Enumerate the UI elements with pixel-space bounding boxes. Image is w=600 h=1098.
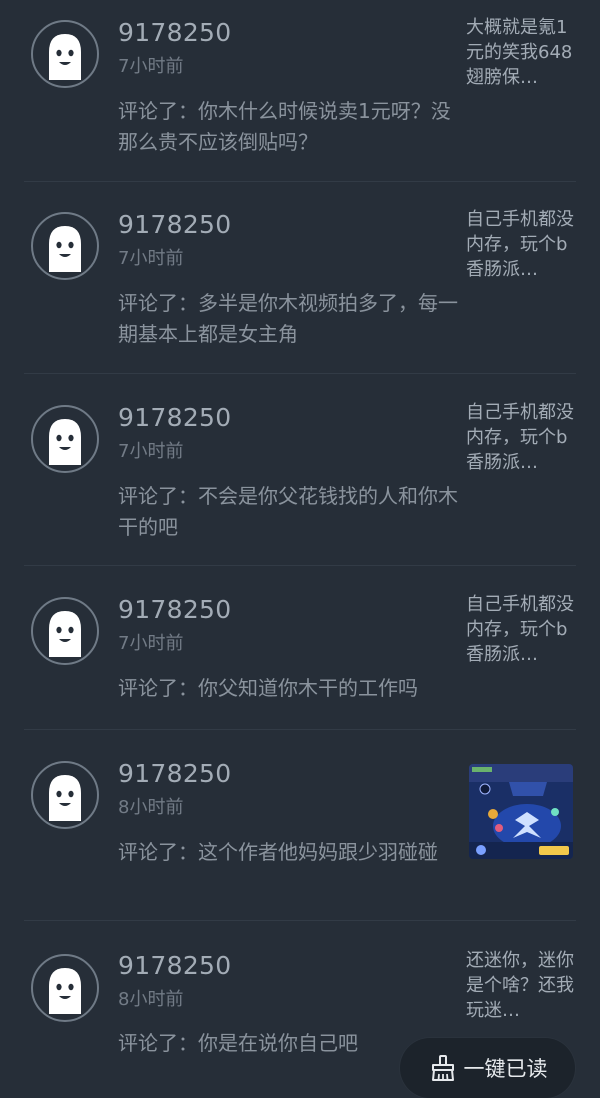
referenced-content[interactable]: 还迷你，迷你是个啥？还我玩迷… (466, 948, 578, 1025)
comment-prefix: 评论了： (118, 676, 198, 700)
avatar[interactable] (31, 954, 99, 1022)
timestamp: 7小时前 (118, 56, 184, 77)
comment-text[interactable]: 评论了：不会是你父花钱找的人和你木干的吧 (118, 481, 463, 543)
comment-prefix: 评论了： (118, 1031, 198, 1055)
username[interactable]: 9178250 (118, 595, 231, 624)
avatar[interactable] (31, 597, 99, 665)
ghost-avatar-icon (49, 968, 81, 1014)
timestamp: 8小时前 (118, 989, 184, 1010)
avatar[interactable] (31, 761, 99, 829)
username[interactable]: 9178250 (118, 951, 231, 980)
username[interactable]: 9178250 (118, 210, 231, 239)
avatar[interactable] (31, 20, 99, 88)
game-screenshot-thumbnail[interactable] (469, 764, 573, 859)
comment-prefix: 评论了： (118, 484, 198, 508)
ghost-avatar-icon (49, 775, 81, 821)
comment-prefix: 评论了： (118, 99, 198, 123)
thumbnail-image (469, 764, 573, 859)
notification-item[interactable]: 9178250 8小时前 评论了：这个作者他妈妈跟少羽碰碰 (0, 730, 600, 920)
comment-text[interactable]: 评论了：你父知道你木干的工作吗 (118, 673, 463, 704)
timestamp: 7小时前 (118, 633, 184, 654)
timestamp: 7小时前 (118, 441, 184, 462)
ghost-avatar-icon (49, 34, 81, 80)
mark-all-read-button[interactable]: 一键已读 (400, 1038, 575, 1098)
timestamp: 7小时前 (118, 248, 184, 269)
mark-all-read-label: 一键已读 (463, 1057, 548, 1081)
notification-item[interactable]: 9178250 7小时前 评论了：多半是你木视频拍多了，每一期基本上都是女主角 … (0, 182, 600, 373)
referenced-content[interactable]: 自己手机都没内存，玩个b香肠派… (466, 207, 578, 284)
comment-text[interactable]: 评论了：多半是你木视频拍多了，每一期基本上都是女主角 (118, 288, 463, 350)
referenced-content[interactable]: 大概就是氪1元的笑我648翅膀保… (466, 15, 578, 92)
username[interactable]: 9178250 (118, 403, 231, 432)
comment-body: 这个作者他妈妈跟少羽碰碰 (198, 840, 438, 864)
comment-prefix: 评论了： (118, 291, 198, 315)
notification-item[interactable]: 9178250 7小时前 评论了：你木什么时候说卖1元呀？没那么贵不应该倒贴吗？… (0, 0, 600, 181)
comment-text[interactable]: 评论了：你木什么时候说卖1元呀？没那么贵不应该倒贴吗？ (118, 96, 463, 158)
referenced-content[interactable]: 自己手机都没内存，玩个b香肠派… (466, 400, 578, 477)
ghost-avatar-icon (49, 419, 81, 465)
ghost-avatar-icon (49, 226, 81, 272)
notification-item[interactable]: 9178250 7小时前 评论了：你父知道你木干的工作吗 自己手机都没内存，玩个… (0, 566, 600, 729)
ghost-avatar-icon (49, 611, 81, 657)
avatar[interactable] (31, 212, 99, 280)
referenced-content[interactable]: 自己手机都没内存，玩个b香肠派… (466, 592, 578, 669)
notification-item[interactable]: 9178250 7小时前 评论了：不会是你父花钱找的人和你木干的吧 自己手机都没… (0, 374, 600, 565)
timestamp: 8小时前 (118, 797, 184, 818)
comment-prefix: 评论了： (118, 840, 198, 864)
comment-body: 你是在说你自己吧 (198, 1031, 358, 1055)
broom-icon (431, 1055, 454, 1081)
comment-text[interactable]: 评论了：这个作者他妈妈跟少羽碰碰 (118, 837, 463, 868)
username[interactable]: 9178250 (118, 18, 231, 47)
comment-body: 你父知道你木干的工作吗 (198, 676, 418, 700)
avatar[interactable] (31, 405, 99, 473)
username[interactable]: 9178250 (118, 759, 231, 788)
